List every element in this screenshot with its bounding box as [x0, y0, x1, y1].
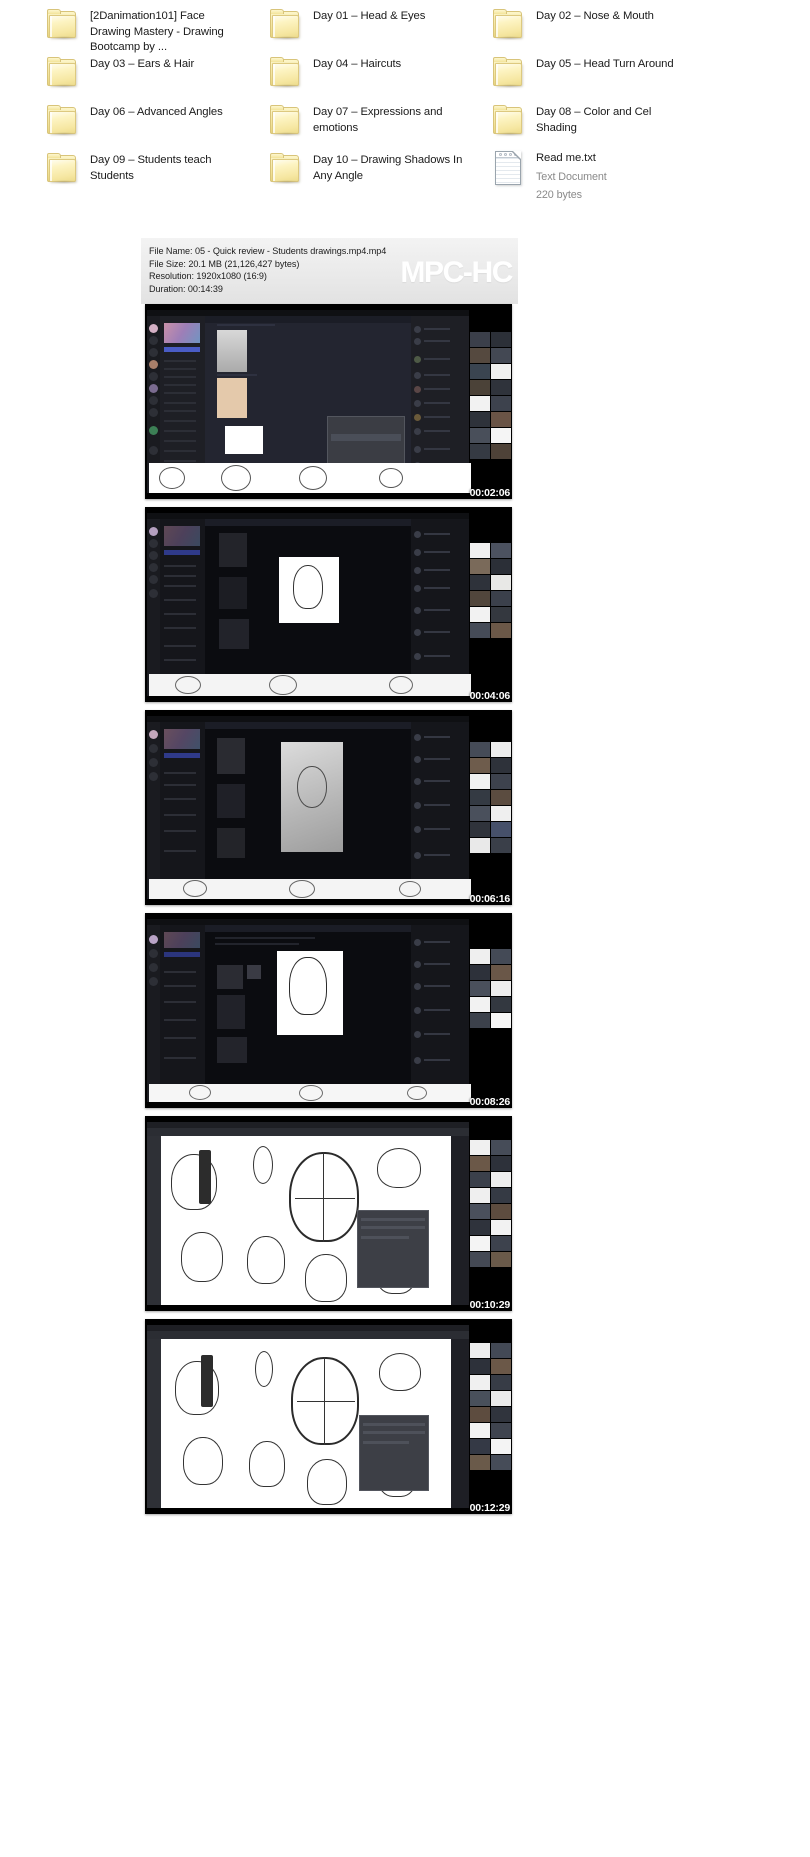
file-explorer-grid: [2Danimation101] Face Drawing Mastery - … — [0, 0, 810, 201]
media-info-header: MPC-HC File Name: 05 - Quick review - St… — [141, 238, 518, 304]
file-row: Day 09 – Students teach Students Day 10 … — [0, 148, 810, 201]
file-item-label: Day 09 – Students teach Students — [90, 154, 212, 182]
thumbnail-frame-image — [145, 1116, 512, 1311]
video-thumbnail[interactable]: 00:08:26 — [145, 913, 512, 1108]
file-item-folder[interactable]: Day 03 – Ears & Hair — [41, 52, 254, 100]
file-item-folder[interactable]: Day 10 – Drawing Shadows In Any Angle — [264, 148, 477, 196]
thumbnail-timestamp: 00:06:16 — [469, 893, 511, 905]
file-row: Day 03 – Ears & Hair Day 04 – Haircuts D… — [0, 52, 810, 100]
folder-icon — [41, 102, 83, 142]
file-item-folder[interactable]: [2Danimation101] Face Drawing Mastery - … — [41, 4, 254, 56]
file-item-label: Day 08 – Color and Cel Shading — [536, 106, 652, 134]
file-item-label: Day 07 – Expressions and emotions — [313, 106, 443, 134]
thumbnail-frame-image — [145, 913, 512, 1108]
file-item-textfile[interactable]: Read me.txt Text Document 220 bytes — [487, 148, 700, 201]
meta-file-size: File Size: 20.1 MB (21,126,427 bytes) — [149, 258, 300, 269]
file-row: [2Danimation101] Face Drawing Mastery - … — [0, 4, 810, 56]
file-item-folder[interactable]: Day 06 – Advanced Angles — [41, 100, 254, 148]
thumbnail-timestamp: 00:10:29 — [469, 1299, 511, 1311]
folder-icon — [487, 54, 529, 94]
file-item-folder[interactable]: Day 09 – Students teach Students — [41, 148, 254, 196]
file-item-label: Day 04 – Haircuts — [313, 58, 402, 70]
folder-icon — [264, 150, 306, 190]
video-thumbnail[interactable]: 00:06:16 — [145, 710, 512, 905]
meta-file-name: File Name: 05 - Quick review - Students … — [149, 246, 387, 256]
thumbnail-frame-image — [145, 1319, 512, 1514]
file-item-label: Read me.txt — [536, 152, 596, 164]
video-thumbnail[interactable]: 00:12:29 — [145, 1319, 512, 1514]
file-item-label: [2Danimation101] Face Drawing Mastery - … — [90, 10, 224, 53]
text-document-icon — [487, 150, 529, 190]
folder-icon — [264, 102, 306, 142]
folder-icon — [264, 54, 306, 94]
file-item-label: Day 06 – Advanced Angles — [90, 106, 223, 118]
video-thumbnail[interactable]: 00:02:06 — [145, 304, 512, 499]
thumbnail-frame-image — [145, 710, 512, 905]
file-item-folder[interactable]: Day 07 – Expressions and emotions — [264, 100, 477, 148]
thumbnail-frame-image — [145, 507, 512, 702]
file-item-size: 220 bytes — [536, 188, 582, 201]
file-item-label: Day 01 – Head & Eyes — [313, 10, 426, 22]
folder-icon — [41, 150, 83, 190]
meta-duration: Duration: 00:14:39 — [149, 283, 223, 294]
file-item-label: Day 02 – Nose & Mouth — [536, 10, 654, 22]
folder-icon — [41, 54, 83, 94]
video-thumbnail[interactable]: 00:04:06 — [145, 507, 512, 702]
file-item-label: Day 03 – Ears & Hair — [90, 58, 195, 70]
file-row: Day 06 – Advanced Angles Day 07 – Expres… — [0, 100, 810, 148]
mpc-hc-contact-sheet: MPC-HC File Name: 05 - Quick review - St… — [141, 238, 518, 1522]
file-item-folder[interactable]: Day 04 – Haircuts — [264, 52, 477, 100]
file-item-type: Text Document — [536, 170, 607, 183]
file-item-folder[interactable]: Day 08 – Color and Cel Shading — [487, 100, 700, 148]
meta-resolution: Resolution: 1920x1080 (16:9) — [149, 271, 267, 282]
file-item-folder[interactable]: Day 05 – Head Turn Around — [487, 52, 700, 100]
folder-icon — [487, 102, 529, 142]
file-item-label: Day 05 – Head Turn Around — [536, 58, 674, 70]
video-thumbnail[interactable]: 00:10:29 — [145, 1116, 512, 1311]
thumbnail-timestamp: 00:02:06 — [469, 487, 511, 499]
folder-icon — [41, 6, 83, 46]
file-item-label: Day 10 – Drawing Shadows In Any Angle — [313, 154, 463, 182]
thumbnail-timestamp: 00:12:29 — [469, 1502, 511, 1514]
file-item-folder[interactable]: Day 01 – Head & Eyes — [264, 4, 477, 56]
thumbnail-frame-image — [145, 304, 512, 499]
folder-icon — [264, 6, 306, 46]
file-item-folder[interactable]: Day 02 – Nose & Mouth — [487, 4, 700, 56]
thumbnail-timestamp: 00:04:06 — [469, 690, 511, 702]
thumbnail-timestamp: 00:08:26 — [469, 1096, 511, 1108]
folder-icon — [487, 6, 529, 46]
